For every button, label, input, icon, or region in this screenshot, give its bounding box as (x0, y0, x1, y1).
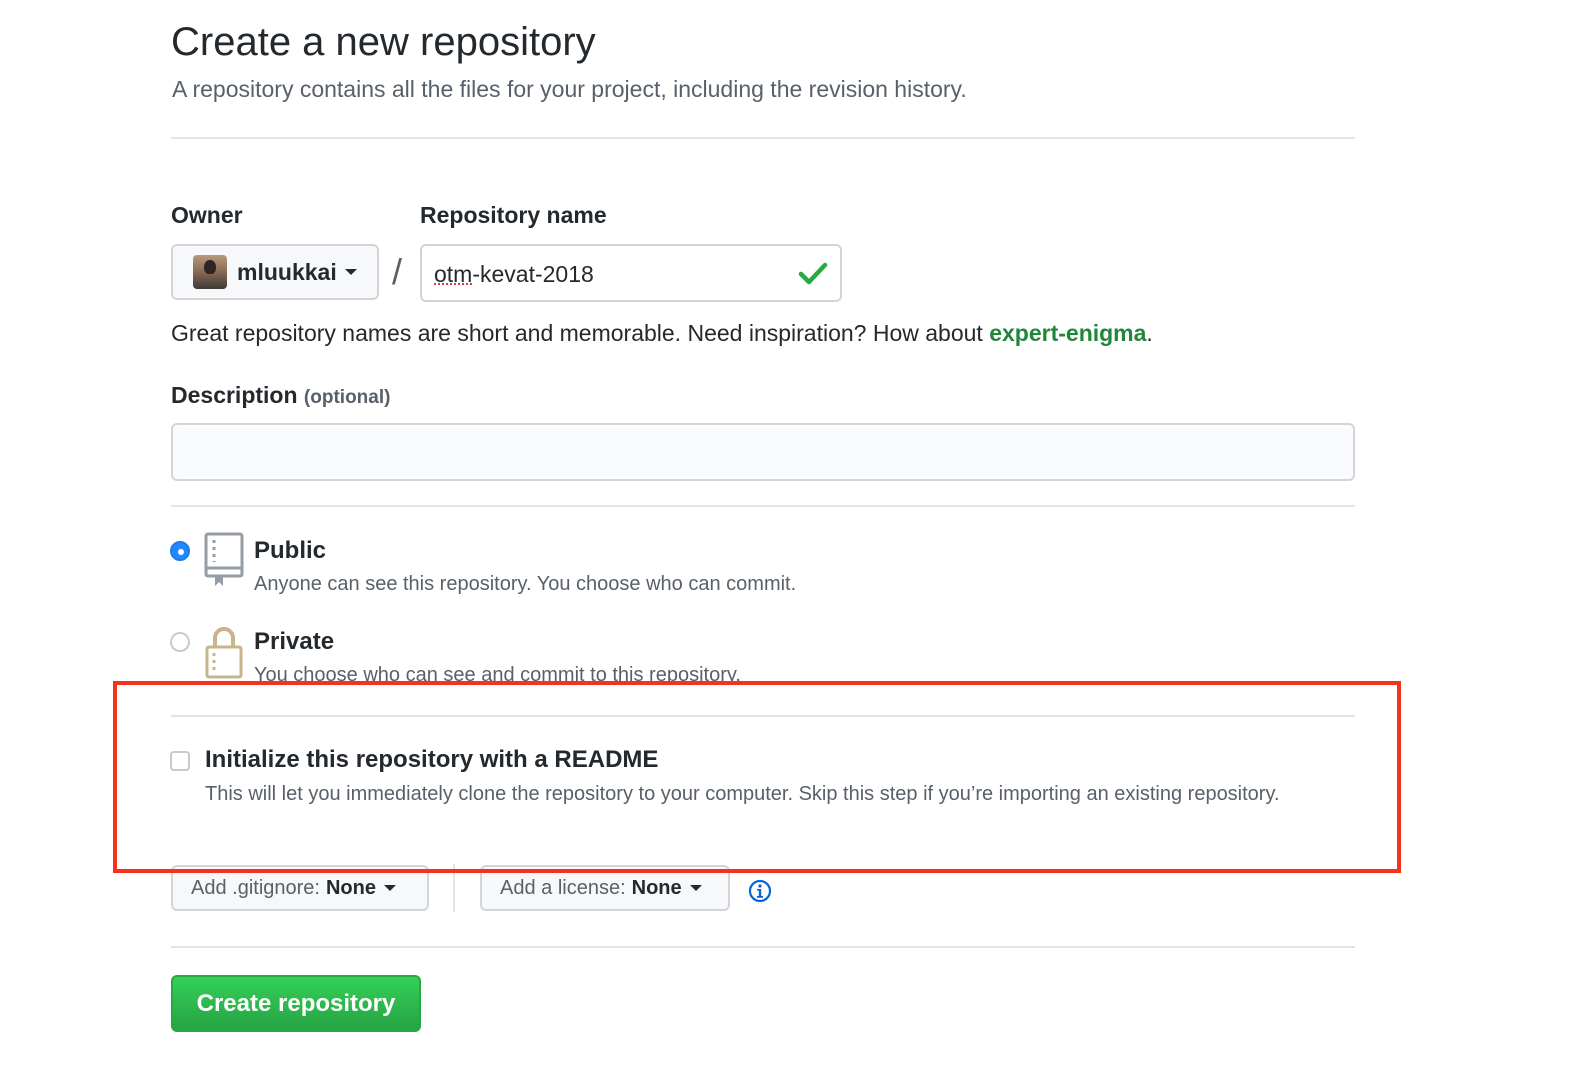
spellcheck-underlined-text: otm (434, 261, 473, 287)
gitignore-dropdown[interactable]: Add .gitignore: None (171, 865, 429, 911)
name-hint-suffix: . (1146, 320, 1153, 346)
create-repository-button[interactable]: Create repository (171, 975, 421, 1032)
lock-icon (205, 627, 243, 679)
info-icon[interactable] (748, 879, 772, 903)
avatar (193, 255, 227, 289)
check-icon (798, 262, 828, 285)
readme-option-description: This will let you immediately clone the … (205, 783, 1280, 805)
divider (171, 505, 1355, 507)
gitignore-label: Add .gitignore: (191, 876, 320, 899)
gitignore-value: None (325, 876, 376, 899)
optional-label: (optional) (303, 387, 391, 408)
readme-checkbox[interactable] (170, 751, 190, 771)
owner-repo-separator: / (392, 251, 403, 292)
vertical-divider (453, 864, 455, 912)
divider (171, 946, 1355, 948)
public-option-description: Anyone can see this repository. You choo… (254, 573, 797, 595)
license-label: Add a license: (500, 876, 626, 899)
name-hint-text: Great repository names are short and mem… (171, 320, 990, 346)
private-option-title: Private (254, 628, 335, 655)
divider (171, 137, 1355, 139)
chevron-down-icon (383, 885, 396, 891)
highlight-box (113, 681, 1401, 873)
chevron-down-icon (344, 269, 357, 275)
owner-name: mluukkai (237, 258, 337, 285)
page-subtitle: A repository contains all the files for … (172, 76, 967, 102)
repository-name-value: otm-kevat-2018 (434, 259, 594, 289)
page-title: Create a new repository (171, 20, 596, 64)
public-option-title: Public (254, 537, 327, 564)
description-input[interactable] (171, 423, 1355, 481)
owner-label: Owner (171, 202, 243, 228)
suggested-name-link[interactable]: expert-enigma (989, 320, 1146, 346)
chevron-down-icon (689, 885, 702, 891)
private-radio[interactable] (170, 632, 190, 652)
readme-option-title[interactable]: Initialize this repository with a README (205, 744, 658, 776)
description-label: Description (optional) (171, 380, 390, 413)
repo-book-icon (204, 532, 244, 586)
private-option-description: You choose who can see and commit to thi… (254, 664, 741, 681)
name-hint: Great repository names are short and mem… (171, 318, 1153, 348)
license-value: None (631, 876, 682, 899)
repository-name-label: Repository name (420, 202, 607, 228)
divider (171, 715, 1355, 717)
repository-name-rest: -kevat-2018 (472, 261, 594, 287)
description-label-text: Description (171, 382, 298, 408)
public-radio[interactable] (170, 541, 190, 561)
license-dropdown[interactable]: Add a license: None (480, 865, 730, 911)
private-option-description-clip: You choose who can see and commit to thi… (254, 661, 954, 681)
owner-dropdown[interactable]: mluukkai (171, 244, 379, 300)
